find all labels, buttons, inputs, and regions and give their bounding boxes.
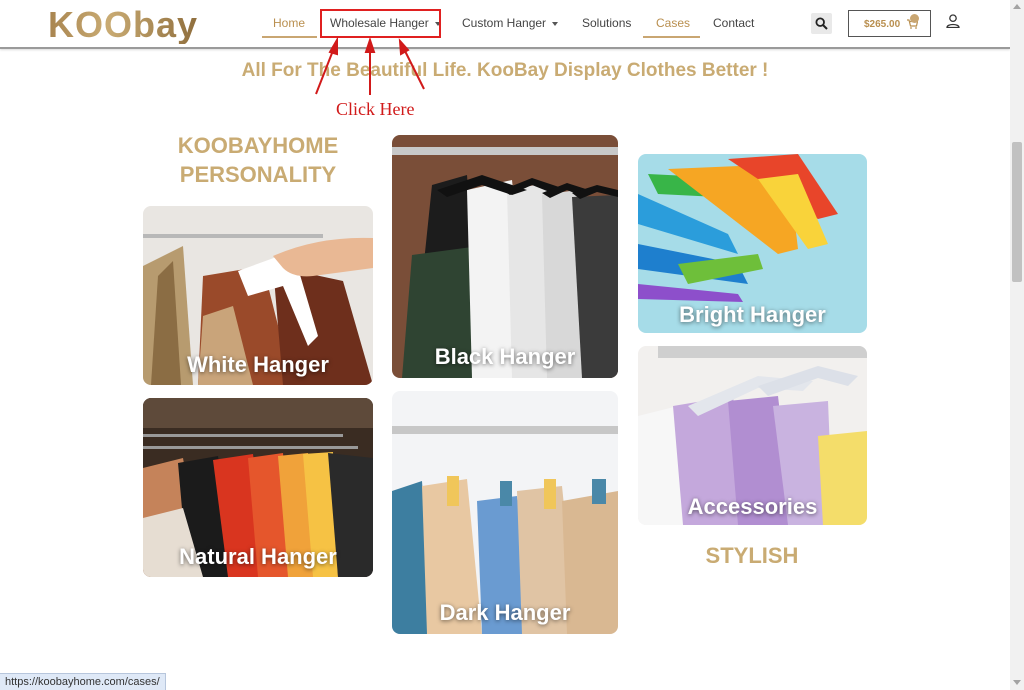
scroll-down-icon[interactable]: [1013, 680, 1021, 685]
card-label: Natural Hanger: [179, 544, 337, 569]
status-bar-url: https://koobayhome.com/cases/: [0, 673, 166, 690]
card-label: Bright Hanger: [679, 302, 826, 327]
card-white-hanger[interactable]: White Hanger: [143, 206, 373, 385]
black-hanger-image: [392, 135, 618, 378]
dark-hanger-image: [392, 391, 618, 634]
card-label: Black Hanger: [434, 344, 576, 369]
card-dark-hanger[interactable]: Dark Hanger: [392, 391, 618, 634]
card-bright-hanger[interactable]: Bright Hanger: [638, 154, 867, 333]
heading-personality: KOOBAYHOME PERSONALITY: [177, 133, 339, 187]
card-black-hanger[interactable]: Black Hanger: [392, 135, 618, 378]
page-scrollbar[interactable]: [1010, 0, 1024, 690]
page: KOObay Home Wholesale Hanger Custom Hang…: [0, 0, 1024, 690]
scroll-up-icon[interactable]: [1013, 4, 1021, 9]
card-label: Accessories: [687, 494, 818, 519]
card-label: Dark Hanger: [439, 600, 571, 625]
annotation-click-here: Click Here: [336, 99, 415, 119]
card-accessories[interactable]: Accessories: [638, 346, 867, 525]
scroll-thumb[interactable]: [1012, 142, 1022, 282]
card-label: White Hanger: [187, 352, 329, 377]
heading-stylish: STYLISH: [705, 543, 799, 568]
card-natural-hanger[interactable]: Natural Hanger: [143, 398, 373, 577]
